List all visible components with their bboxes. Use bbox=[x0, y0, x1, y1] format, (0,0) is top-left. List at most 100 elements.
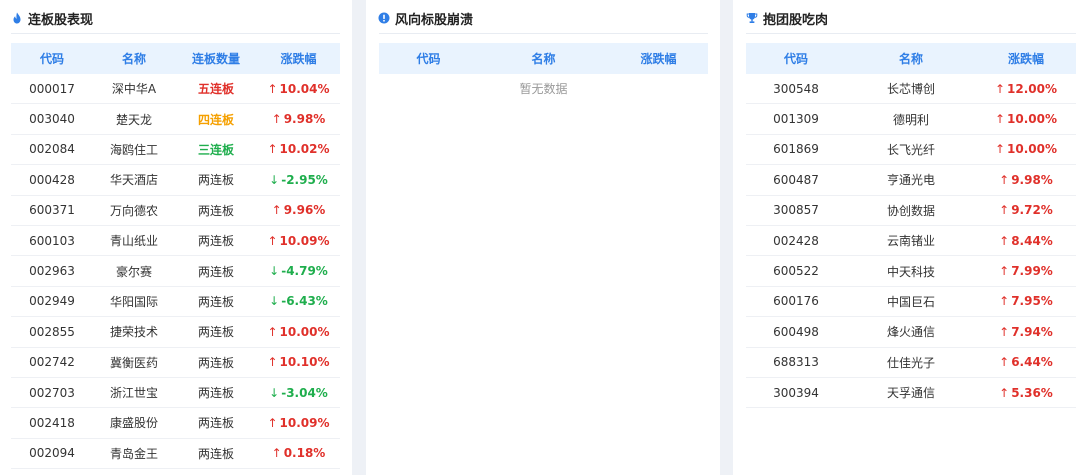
change-cell: ↑ 7.99% bbox=[976, 264, 1076, 278]
table-row[interactable]: 600176 中国巨石 ↑ 7.95% bbox=[746, 287, 1076, 318]
board-cell: 两连板 bbox=[197, 203, 234, 218]
change-value: 10.00% bbox=[279, 324, 330, 339]
collapse-panel: 风向标股崩溃 代码 名称 涨跌幅 暂无数据 bbox=[366, 0, 720, 475]
arrow-up-icon: ↑ bbox=[271, 203, 282, 218]
code-cell: 002963 bbox=[29, 264, 75, 279]
code-cell: 002084 bbox=[29, 142, 75, 157]
code-cell: 600522 bbox=[773, 264, 819, 279]
change-value: 7.95% bbox=[1011, 294, 1053, 309]
cluster-title-text: 抱团股吃肉 bbox=[763, 12, 829, 28]
table-row[interactable]: 600522 中天科技 ↑ 7.99% bbox=[746, 256, 1076, 287]
table-row[interactable]: 300394 天孚通信 ↑ 5.36% bbox=[746, 378, 1076, 409]
name-cell: 华天酒店 bbox=[109, 173, 158, 188]
board-cell: 两连板 bbox=[197, 294, 234, 309]
change-cell: ↑ 9.98% bbox=[976, 173, 1076, 187]
arrow-up-icon: ↑ bbox=[267, 415, 278, 430]
table-row[interactable]: 002742 冀衡医药 两连板 ↑ 10.10% bbox=[11, 348, 340, 378]
name-cell: 中国巨石 bbox=[886, 294, 935, 309]
table-row[interactable]: 003040 楚天龙 四连板 ↑ 9.98% bbox=[11, 104, 340, 135]
name-cell: 楚天龙 bbox=[115, 112, 152, 127]
code-cell: 002703 bbox=[29, 385, 75, 400]
code-cell: 300394 bbox=[773, 385, 819, 400]
code-cell: 002418 bbox=[29, 415, 75, 430]
table-row[interactable]: 001309 德明利 ↑ 10.00% bbox=[746, 104, 1076, 135]
change-value: 10.00% bbox=[1007, 112, 1058, 127]
collapse-table: 代码 名称 涨跌幅 暂无数据 bbox=[379, 43, 708, 104]
name-cell: 海鸥住工 bbox=[109, 142, 158, 157]
change-value: 9.98% bbox=[1011, 172, 1053, 187]
table-row[interactable]: 688313 仕佳光子 ↑ 6.44% bbox=[746, 348, 1076, 378]
streak-title-text: 连板股表现 bbox=[28, 12, 94, 28]
empty-state: 暂无数据 bbox=[519, 82, 568, 96]
table-row[interactable]: 600103 青山纸业 两连板 ↑ 10.09% bbox=[11, 226, 340, 257]
col-header-code: 代码 bbox=[39, 52, 64, 66]
table-row[interactable]: 002418 康盛股份 两连板 ↑ 10.09% bbox=[11, 408, 340, 439]
col-header-board: 连板数量 bbox=[191, 52, 240, 66]
code-cell: 600371 bbox=[29, 203, 75, 218]
name-cell: 天孚通信 bbox=[886, 386, 935, 401]
name-cell: 协创数据 bbox=[886, 203, 935, 218]
name-cell: 长芯博创 bbox=[886, 82, 935, 97]
table-row[interactable]: 300857 协创数据 ↑ 9.72% bbox=[746, 196, 1076, 226]
col-header-code: 代码 bbox=[416, 52, 441, 66]
table-row[interactable]: 002855 捷荣技术 两连板 ↑ 10.00% bbox=[11, 317, 340, 348]
table-row[interactable]: 600498 烽火通信 ↑ 7.94% bbox=[746, 317, 1076, 348]
board-cell: 两连板 bbox=[197, 264, 234, 279]
change-value: 7.99% bbox=[1011, 264, 1053, 279]
change-cell: ↑ 0.18% bbox=[257, 446, 340, 460]
table-row[interactable]: 000428 华天酒店 两连板 ↓ -2.95% bbox=[11, 165, 340, 196]
change-cell: ↑ 7.95% bbox=[976, 294, 1076, 308]
table-row[interactable]: 300548 长芯博创 ↑ 12.00% bbox=[746, 74, 1076, 105]
board-cell: 三连板 bbox=[197, 142, 234, 157]
code-cell: 002855 bbox=[29, 324, 75, 339]
arrow-up-icon: ↑ bbox=[267, 233, 278, 248]
table-row[interactable]: 000017 深中华A 五连板 ↑ 10.04% bbox=[11, 74, 340, 105]
change-value: 10.09% bbox=[279, 233, 330, 248]
collapse-title-text: 风向标股崩溃 bbox=[395, 12, 474, 28]
change-value: -2.95% bbox=[281, 172, 328, 187]
arrow-up-icon: ↑ bbox=[999, 233, 1010, 248]
cluster-rows: 300548 长芯博创 ↑ 12.00% 001309 德明利 ↑ 10.00% 601869 长… bbox=[746, 74, 1076, 409]
board-cell: 两连板 bbox=[197, 355, 234, 370]
arrow-up-icon: ↑ bbox=[999, 385, 1010, 400]
code-cell: 001309 bbox=[773, 112, 819, 127]
table-row[interactable]: 002084 海鸥住工 三连板 ↑ 10.02% bbox=[11, 135, 340, 166]
table-row[interactable]: 601869 长飞光纤 ↑ 10.00% bbox=[746, 135, 1076, 166]
change-cell: ↑ 9.96% bbox=[257, 203, 340, 217]
table-row[interactable]: 600487 亨通光电 ↑ 9.98% bbox=[746, 165, 1076, 196]
table-row[interactable]: 002094 青岛金王 两连板 ↑ 0.18% bbox=[11, 439, 340, 470]
col-header-name: 名称 bbox=[531, 52, 556, 66]
change-cell: ↑ 10.09% bbox=[257, 234, 340, 248]
code-cell: 600487 bbox=[773, 172, 819, 187]
table-row[interactable]: 600371 万向德农 两连板 ↑ 9.96% bbox=[11, 196, 340, 226]
code-cell: 000428 bbox=[29, 172, 75, 187]
table-row[interactable]: 002703 浙江世宝 两连板 ↓ -3.04% bbox=[11, 378, 340, 409]
title-divider bbox=[379, 33, 708, 34]
change-value: 9.72% bbox=[1011, 203, 1053, 218]
name-cell: 青岛金王 bbox=[109, 446, 158, 461]
change-value: 12.00% bbox=[1007, 81, 1058, 96]
name-cell: 浙江世宝 bbox=[109, 386, 158, 401]
table-row[interactable]: 002428 云南锗业 ↑ 8.44% bbox=[746, 226, 1076, 257]
change-value: 10.00% bbox=[1007, 142, 1058, 157]
table-row[interactable]: 002963 豪尔赛 两连板 ↓ -4.79% bbox=[11, 256, 340, 287]
code-cell: 600498 bbox=[773, 324, 819, 339]
board-cell: 四连板 bbox=[197, 112, 234, 127]
board-cell: 五连板 bbox=[197, 82, 234, 97]
arrow-up-icon: ↑ bbox=[999, 203, 1010, 218]
change-value: 7.94% bbox=[1011, 324, 1053, 339]
name-cell: 深中华A bbox=[111, 82, 157, 97]
name-cell: 中天科技 bbox=[886, 264, 935, 279]
arrow-up-icon: ↑ bbox=[267, 355, 278, 370]
code-cell: 003040 bbox=[29, 112, 75, 127]
table-row[interactable]: 002949 华阳国际 两连板 ↓ -6.43% bbox=[11, 287, 340, 318]
change-cell: ↓ -2.95% bbox=[257, 173, 340, 187]
name-cell: 烽火通信 bbox=[886, 325, 935, 340]
streak-panel: 连板股表现 代码 名称 连板数量 涨跌幅 000017 深中华A 五连板 ↑ 10.04… bbox=[0, 0, 352, 475]
name-cell: 德明利 bbox=[892, 112, 929, 127]
change-value: 9.98% bbox=[283, 112, 326, 127]
arrow-up-icon: ↑ bbox=[999, 264, 1010, 279]
alert-icon bbox=[378, 12, 390, 24]
arrow-up-icon: ↑ bbox=[994, 81, 1006, 96]
change-value: -6.43% bbox=[281, 294, 328, 309]
